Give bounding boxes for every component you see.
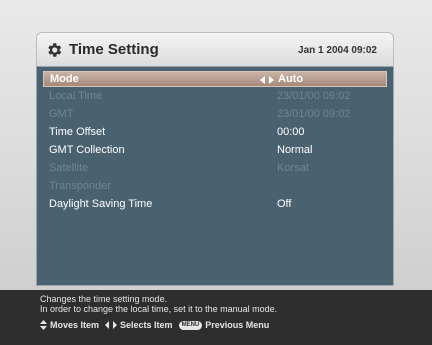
page-title: Time Setting [69, 41, 159, 58]
help-previous-label: Previous Menu [205, 320, 270, 330]
setting-row-transponder: Transponder [43, 179, 387, 195]
setting-label: Daylight Saving Time [49, 198, 153, 210]
help-footer: Changes the time setting mode. In order … [0, 290, 432, 345]
settings-list: Mode Auto Local Time 23/01/00 09:02 GMT … [36, 66, 394, 286]
setting-label: GMT Collection [49, 144, 125, 156]
current-datetime: Jan 1 2004 09:02 [298, 45, 377, 56]
left-right-arrows-icon [260, 76, 274, 84]
setting-row-satellite: Satellite Korsat [43, 161, 387, 177]
menu-key-icon: MENU [178, 320, 203, 330]
setting-row-mode[interactable]: Mode Auto [43, 71, 387, 87]
help-selects-label: Selects Item [120, 320, 173, 330]
help-moves-label: Moves Item [50, 320, 100, 330]
setting-value: Off [277, 198, 292, 210]
left-right-arrows-icon [105, 321, 118, 329]
setting-label: GMT [49, 108, 74, 120]
up-down-arrows-icon [40, 320, 47, 330]
setting-value: 23/01/00 09:02 [277, 90, 351, 102]
setting-row-local-time: Local Time 23/01/00 09:02 [43, 89, 387, 105]
setting-row-daylight-saving[interactable]: Daylight Saving Time Off [43, 197, 387, 213]
setting-label: Mode [50, 73, 79, 85]
setting-value: Auto [278, 73, 304, 85]
setting-value: Normal [277, 144, 313, 156]
setting-row-gmt-collection[interactable]: GMT Collection Normal [43, 143, 387, 159]
gear-icon [48, 43, 62, 57]
key-help: Moves Item Selects Item MENU Previous Me… [40, 320, 269, 330]
setting-label: Satellite [49, 162, 89, 174]
setting-label: Time Offset [49, 126, 106, 138]
setting-value: Korsat [277, 162, 309, 174]
help-description-line2: In order to change the local time, set i… [40, 304, 278, 314]
setting-value: 00:00 [277, 126, 305, 138]
setting-label: Local Time [49, 90, 103, 102]
setting-label: Transponder [49, 180, 111, 192]
setting-row-time-offset[interactable]: Time Offset 00:00 [43, 125, 387, 141]
setting-row-gmt: GMT 23/01/00 09:02 [43, 107, 387, 123]
setting-value: 23/01/00 09:02 [277, 108, 351, 120]
time-setting-panel: Time Setting Jan 1 2004 09:02 Mode Auto … [36, 32, 394, 286]
help-description-line1: Changes the time setting mode. [40, 294, 168, 304]
title-bar: Time Setting Jan 1 2004 09:02 [36, 32, 394, 66]
